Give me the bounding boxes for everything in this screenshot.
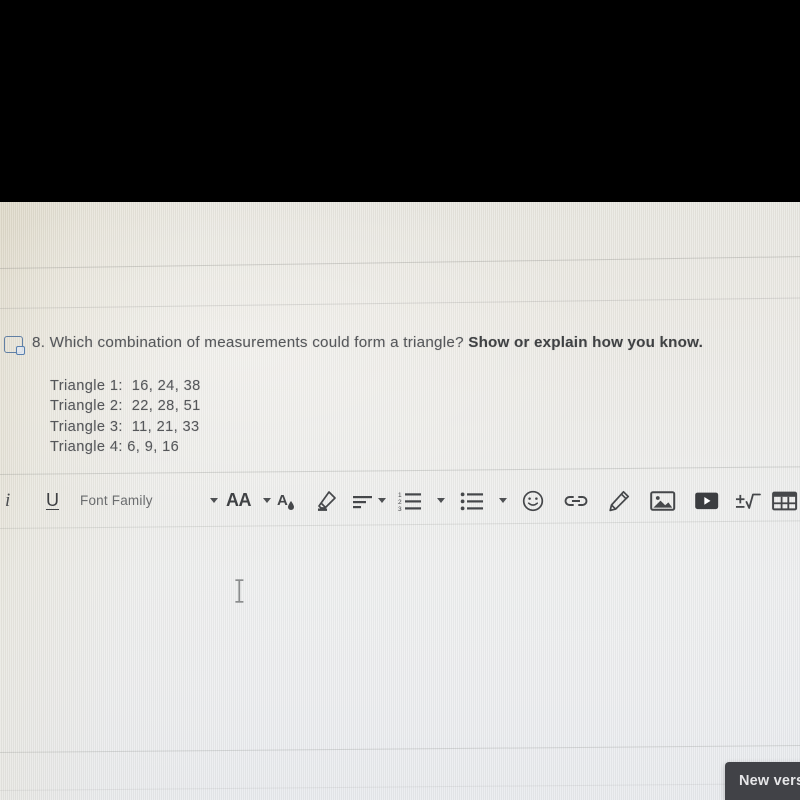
- font-size-chevron-down-icon[interactable]: [263, 476, 271, 525]
- pencil-draw-icon[interactable]: [607, 476, 631, 525]
- highlighter-icon[interactable]: [314, 476, 338, 525]
- align-left-icon[interactable]: [352, 476, 374, 525]
- text-color-icon[interactable]: A: [276, 476, 298, 525]
- numbered-list-icon[interactable]: 1 2 3: [398, 476, 422, 525]
- font-family-select[interactable]: Font Family: [80, 476, 153, 525]
- chevron-down-icon: [263, 498, 271, 503]
- selection-handle-icon[interactable]: [4, 336, 25, 355]
- chevron-down-icon: [378, 498, 386, 503]
- list-item: Triangle 2: 22, 28, 51: [50, 398, 201, 415]
- list-item: Triangle 3: 11, 21, 33: [50, 418, 200, 435]
- question-text-bold: Show or explain how you know.: [468, 334, 704, 351]
- editor-toolbar: i U Font Family AA A 1 2 3: [0, 476, 800, 525]
- align-chevron-down-icon[interactable]: [378, 476, 386, 525]
- new-version-toast[interactable]: New vers: [725, 762, 800, 800]
- numbered-list-chevron-down-icon[interactable]: [437, 476, 445, 525]
- bullet-list-icon[interactable]: [460, 476, 484, 525]
- chevron-down-icon: [437, 498, 445, 503]
- chevron-down-icon: [499, 498, 507, 503]
- question-text-normal: 8. Which combination of measurements cou…: [32, 334, 464, 351]
- svg-text:2: 2: [398, 499, 402, 506]
- toast-message: New vers: [739, 773, 800, 789]
- list-item: Triangle 4: 6, 9, 16: [50, 439, 180, 456]
- chevron-down-icon: [210, 498, 218, 503]
- text-cursor-icon: [234, 578, 245, 603]
- list-item: Triangle 1: 16, 24, 38: [50, 378, 201, 394]
- svg-text:3: 3: [398, 506, 402, 512]
- emoji-icon[interactable]: [521, 476, 545, 525]
- question-text: 8. Which combination of measurements cou…: [32, 334, 703, 351]
- svg-text:1: 1: [398, 492, 402, 499]
- link-icon[interactable]: [563, 476, 589, 525]
- svg-text:A: A: [277, 492, 288, 509]
- font-size-button[interactable]: AA: [226, 476, 252, 525]
- letterbox-band-top: [0, 0, 800, 202]
- italic-button[interactable]: i: [5, 476, 10, 525]
- math-equation-icon[interactable]: [735, 476, 761, 525]
- table-icon[interactable]: [772, 476, 798, 525]
- screenshot-root: 8. Which combination of measurements cou…: [0, 0, 800, 800]
- video-icon[interactable]: [694, 476, 720, 525]
- bullet-list-chevron-down-icon[interactable]: [499, 476, 507, 525]
- underline-button[interactable]: U: [46, 476, 59, 525]
- font-family-chevron-down-icon[interactable]: [210, 476, 218, 525]
- image-icon[interactable]: [650, 476, 676, 525]
- triangle-measurements-list: Triangle 1: 16, 24, 38 Triangle 2: 22, 2…: [50, 376, 201, 458]
